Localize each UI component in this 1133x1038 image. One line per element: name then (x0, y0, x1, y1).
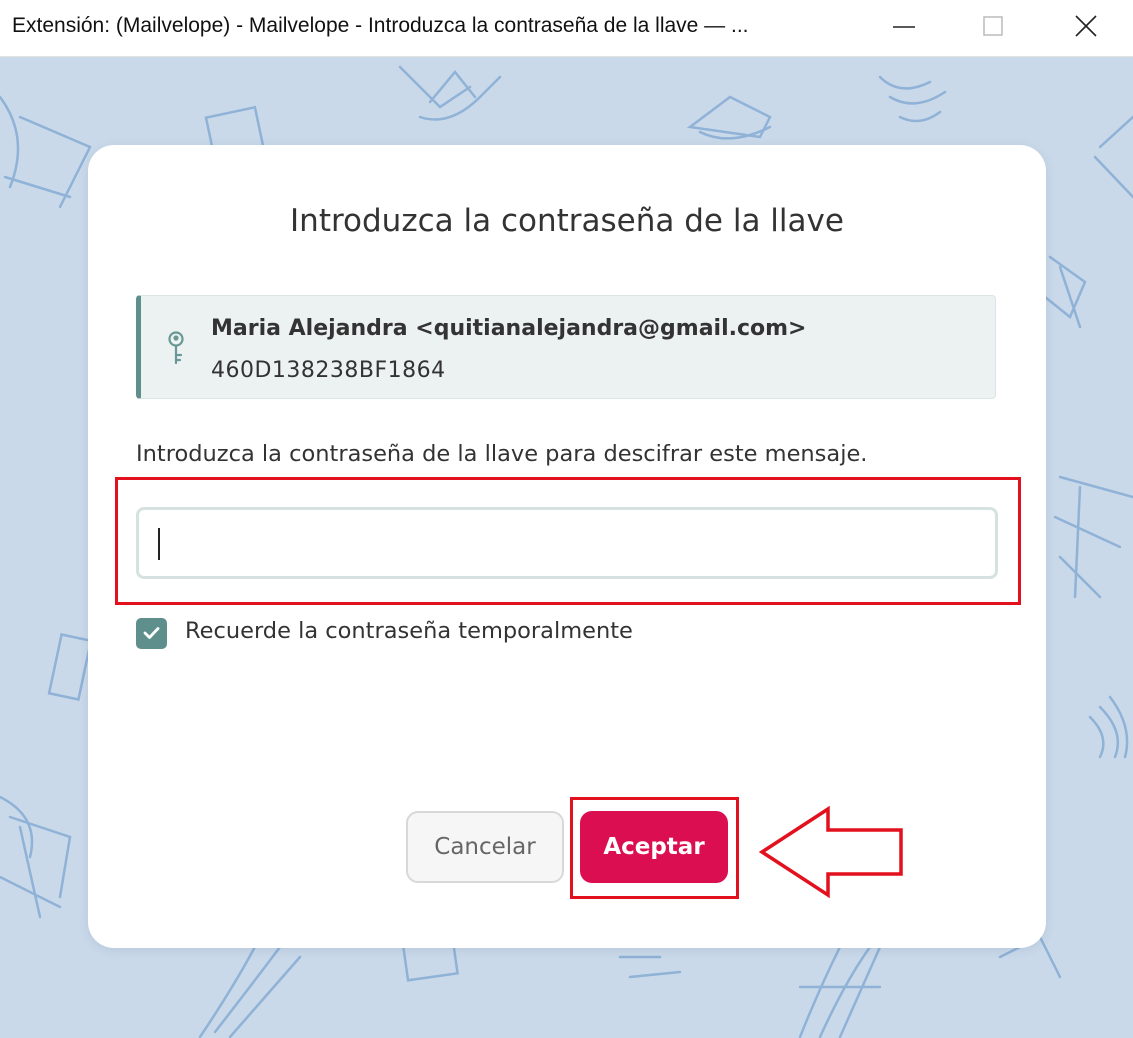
key-info-card: Maria Alejandra <quitianalejandra@gmail.… (136, 295, 996, 399)
minimize-icon (893, 26, 915, 28)
key-id: 460D138238BF1864 (211, 358, 446, 383)
remember-label: Recuerde la contraseña temporalmente (185, 618, 633, 644)
close-icon (1075, 15, 1097, 37)
remember-checkbox[interactable] (136, 618, 167, 649)
maximize-button[interactable] (964, 8, 1024, 48)
password-prompt: Introduzca la contraseña de la llave par… (136, 441, 868, 467)
window-title: Extensión: (Mailvelope) - Mailvelope - I… (12, 14, 749, 37)
dialog-title: Introduzca la contraseña de la llave (290, 203, 844, 239)
close-button[interactable] (1056, 8, 1116, 48)
password-highlight-box (115, 477, 1021, 605)
arrow-left-icon (758, 805, 903, 899)
minimize-button[interactable] (874, 8, 934, 48)
checkmark-icon (143, 627, 160, 639)
key-owner: Maria Alejandra <quitianalejandra@gmail.… (211, 316, 807, 341)
key-icon (168, 331, 184, 365)
accept-highlight-box (570, 797, 739, 899)
maximize-icon (983, 16, 1003, 36)
window-titlebar: Extensión: (Mailvelope) - Mailvelope - I… (0, 0, 1133, 57)
cancel-button[interactable]: Cancelar (406, 811, 564, 883)
